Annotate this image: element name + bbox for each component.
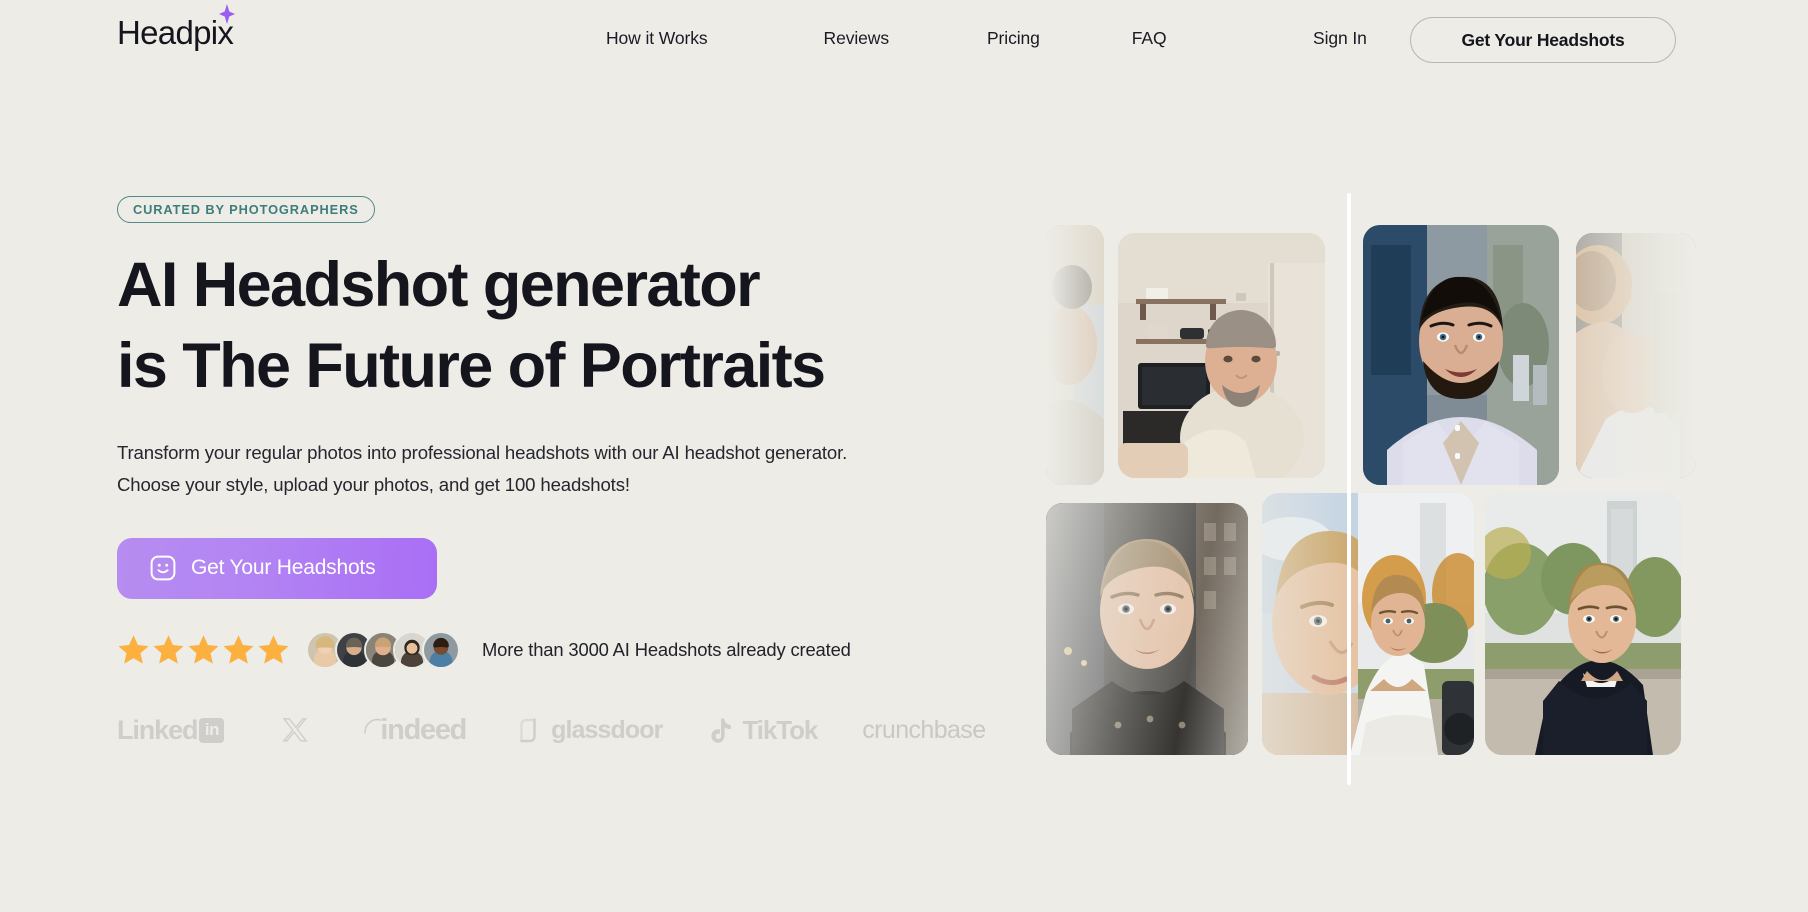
headshot-image [1363,225,1559,485]
hero-get-headshots-button[interactable]: Get Your Headshots [117,537,437,599]
site-header: Headpix How it Works Reviews Pricing FAQ… [0,0,1808,78]
smiley-face-icon [150,555,176,581]
logo-linkedin-label: Linked [117,715,199,746]
star-icon [118,635,149,664]
logo-tiktok: TikTok [708,715,818,746]
headshot-gallery [1046,193,1696,803]
gallery-card-after-1[interactable] [1363,225,1559,485]
before-after-divider [1347,193,1351,785]
logo-indeed-label: indeed [380,714,467,747]
headshot-image [1046,503,1248,755]
hero-cta-label: Get Your Headshots [191,556,376,580]
logo-crunchbase: crunchbase [862,716,986,745]
headshot-image [1262,493,1474,755]
logo-text: Headpix [117,14,234,51]
star-rating [117,633,290,666]
social-proof: More than 3000 AI Headshots already crea… [117,630,997,669]
gallery-card-partial-left[interactable] [1046,225,1104,485]
headline-line-1: AI Headshot generator [117,250,761,320]
gallery-card-before-1[interactable] [1118,233,1325,478]
gallery-card-partial-right[interactable] [1576,233,1696,478]
hero-subcopy: Transform your regular photos into profe… [117,442,848,496]
avatar-group [306,630,460,669]
star-icon [258,635,289,664]
primary-nav: How it Works Reviews Pricing FAQ [606,28,1167,49]
headshot-image [1046,225,1104,485]
avatar [422,630,460,669]
headline-line-2: is The Future of Portraits [117,330,826,401]
logo-glassdoor-label: glassdoor [551,716,663,745]
sparkle-icon [219,4,235,24]
nav-reviews[interactable]: Reviews [824,28,890,49]
nav-how-it-works[interactable]: How it Works [606,28,708,49]
star-icon [188,635,219,664]
page-title: AI Headshot generator is The Future of P… [117,245,957,406]
nav-faq[interactable]: FAQ [1132,28,1167,49]
hero-content: CURATED BY PHOTOGRAPHERS AI Headshot gen… [117,196,997,751]
logo-tiktok-label: TikTok [742,715,818,746]
gallery-card-before-2[interactable] [1046,503,1248,755]
tiktok-note-icon [711,718,732,743]
nav-pricing[interactable]: Pricing [987,28,1040,49]
gallery-card-after-2[interactable] [1485,493,1681,755]
logo-glassdoor: glassdoor [516,716,663,745]
headshot-image [1485,493,1681,755]
star-icon [223,635,254,664]
x-logo-icon [282,717,309,742]
logo-linkedin: Linked in [117,715,225,746]
logo-indeed: indeed [363,714,467,747]
headshot-image [1118,233,1325,478]
glassdoor-icon [520,718,536,743]
logo-linkedin-badge: in [199,718,225,744]
header-get-headshots-button[interactable]: Get Your Headshots [1410,17,1676,63]
sign-in-link[interactable]: Sign In [1313,28,1367,49]
logo-x [281,716,311,746]
curated-badge: CURATED BY PHOTOGRAPHERS [117,196,375,223]
brand-logo-strip: Linked in indeed glassdoor TikTok crunch… [117,711,997,751]
social-proof-text: More than 3000 AI Headshots already crea… [482,638,851,660]
gallery-card-split-2[interactable] [1262,493,1474,755]
headshot-image [1576,233,1696,478]
logo[interactable]: Headpix [117,4,235,51]
star-icon [153,635,184,664]
